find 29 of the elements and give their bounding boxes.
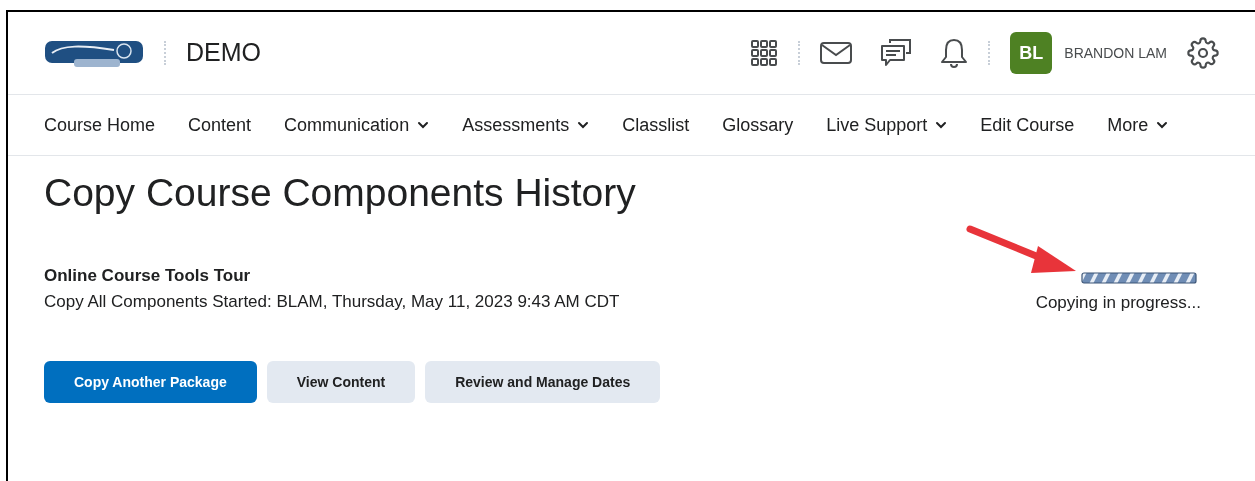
user-name[interactable]: BRANDON LAM: [1064, 43, 1167, 63]
action-button[interactable]: Copy Another Package: [44, 361, 257, 403]
chevron-icon: [935, 121, 948, 129]
apps-grid-icon[interactable]: [750, 39, 779, 67]
nav-link[interactable]: Edit Course: [980, 111, 1075, 139]
logo[interactable]: [44, 38, 144, 68]
chat-icon[interactable]: [880, 37, 913, 69]
bell-icon[interactable]: [940, 37, 969, 69]
chevron-icon: [417, 121, 430, 129]
chevron-icon: [1156, 121, 1169, 129]
progress-status: Copying in progress...: [1035, 292, 1201, 314]
user-avatar[interactable]: BL: [1010, 32, 1053, 74]
chevron-icon: [577, 121, 590, 129]
nav-link[interactable]: More: [1107, 111, 1169, 139]
nav-link[interactable]: Classlist: [622, 111, 690, 139]
nav-link[interactable]: Course Home: [44, 111, 156, 139]
course-title[interactable]: DEMO: [186, 34, 261, 72]
job-detail: Copy All Components Started: BLAM, Thursday, May 11, 2023 9:43 AM CDT: [44, 291, 621, 313]
action-button[interactable]: Review and Manage Dates: [425, 361, 661, 403]
nav-link[interactable]: Live Support: [826, 111, 948, 139]
nav-link[interactable]: Content: [188, 111, 252, 139]
action-button[interactable]: View Content: [266, 361, 416, 403]
page-title: Copy Course Components History: [44, 170, 637, 216]
nav-link[interactable]: Assessments: [462, 111, 590, 139]
settings-icon[interactable]: [1187, 37, 1219, 69]
mail-icon[interactable]: [820, 42, 853, 64]
job-title: Online Course Tools Tour: [44, 265, 252, 287]
nav-link[interactable]: Glossary: [722, 111, 794, 139]
nav-link[interactable]: Communication: [284, 111, 430, 139]
